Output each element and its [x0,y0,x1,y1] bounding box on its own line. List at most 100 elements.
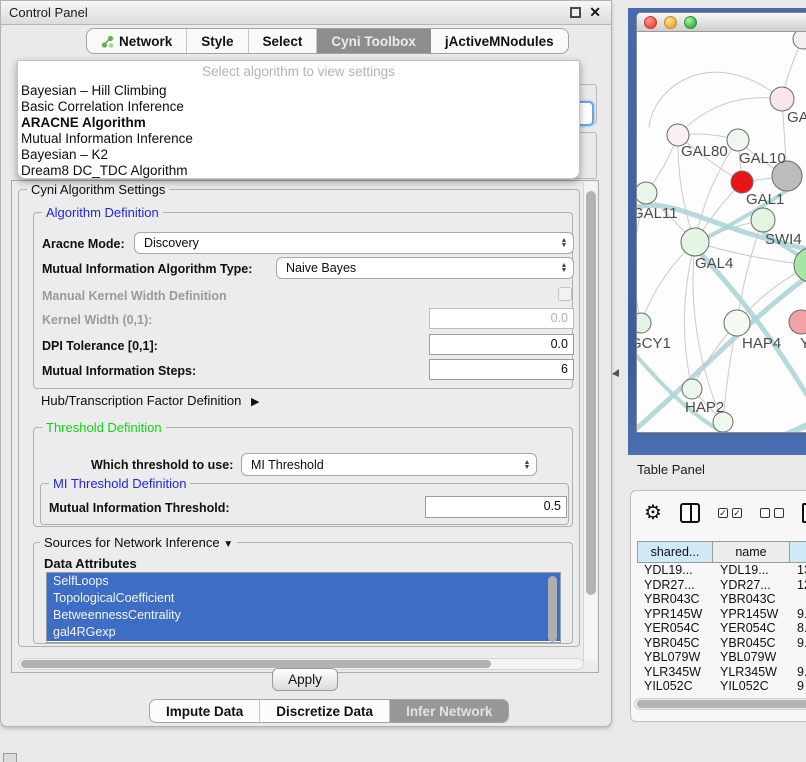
aracne-mode-select[interactable]: Discovery ▲▼ [134,232,574,254]
attribute-item[interactable]: gal4RGexp [47,624,560,641]
dpi-tolerance-field[interactable]: 0.0 [429,334,574,355]
zoom-traffic-light-icon[interactable] [684,16,697,29]
tab-cyni-toolbox[interactable]: Cyni Toolbox [317,29,431,53]
export-table-icon[interactable] [802,503,806,523]
attribute-item[interactable]: TopologicalCoefficient [47,590,560,607]
hub-definition-disclosure[interactable]: Hub/Transcription Factor Definition ▶ [41,393,259,408]
table-row[interactable]: YBR043CYBR043C [637,592,806,607]
scrollbar-thumb[interactable] [637,700,806,708]
algorithm-option[interactable]: Bayesian – K2 [21,147,108,162]
tab-select[interactable]: Select [249,29,318,53]
close-traffic-light-icon[interactable] [644,16,657,29]
close-icon[interactable]: ✕ [589,4,601,21]
checked-box-icon: ✓ [732,508,742,518]
table-row[interactable]: YPR145WYPR145W9. [637,607,806,622]
table-row[interactable]: YBL079WYBL079W [637,650,806,665]
table-cell: 12 [790,578,806,593]
data-attributes-list[interactable]: SelfLoopsTopologicalCoefficientBetweenne… [46,572,561,643]
algorithm-option[interactable]: Mutual Information Inference [21,131,193,146]
table-horizontal-scrollbar[interactable] [634,698,806,710]
table-row[interactable]: YIL052CYIL052C9 [637,679,806,694]
network-node-gal1[interactable] [731,171,753,193]
table-cell: YDR27... [637,578,713,593]
tab-jactivemnodules[interactable]: jActiveMNodules [431,29,568,53]
algorithm-option[interactable]: Dream8 DC_TDC Algorithm [21,163,188,178]
column-header[interactable]: shared... [637,541,713,563]
mi-type-select[interactable]: Naive Bayes ▲▼ [276,257,574,279]
chevron-updown-icon: ▲▼ [555,238,573,248]
tab-style[interactable]: Style [187,29,248,53]
table-cell: YLR345W [637,665,713,680]
settings-vertical-scrollbar[interactable] [583,182,597,661]
tab-label: Network [119,34,172,49]
scrollbar-thumb[interactable] [21,660,491,668]
table-row[interactable]: YDR27...YDR27...12 [637,578,806,593]
aracne-mode-label: Aracne Mode: [42,237,125,251]
algorithm-placeholder: Select algorithm to view settings [18,64,579,79]
network-node-gal11[interactable] [637,182,657,204]
manual-kernel-checkbox[interactable] [558,287,572,301]
table-cell: YBR043C [637,592,713,607]
disclosure-down-icon: ▼ [223,539,233,550]
attribute-item[interactable]: SelfLoops [47,573,560,590]
tab-impute-data[interactable]: Impute Data [150,700,260,722]
tab-label: jActiveMNodules [445,34,554,49]
tab-infer-network[interactable]: Infer Network [390,700,508,722]
settings-gear-icon[interactable]: ⚙ [644,503,662,523]
apply-button[interactable]: Apply [272,668,338,691]
table-row[interactable]: YBR045CYBR045C9. [637,636,806,651]
table-cell: YBL079W [637,650,713,665]
scrollbar-thumb[interactable] [586,191,596,595]
table-cell: YDR27... [713,578,790,593]
table-row[interactable]: YER054CYER054C8. [637,621,806,636]
table-cell: YPR145W [713,607,790,622]
node-table: shared...nameA YDL19...YDL19...13YDR27..… [637,541,806,694]
algorithm-option[interactable]: ARACNE Algorithm [21,115,146,130]
cyni-algorithm-settings-title: Cyni Algorithm Settings [27,182,169,197]
unchecked-box-icon [760,508,770,518]
table-row[interactable]: YDL19...YDL19...13 [637,563,806,578]
mi-steps-field[interactable]: 6 [429,359,574,380]
table-row[interactable]: YLR345WYLR345W9. [637,665,806,680]
bottom-left-panel-icon[interactable] [3,753,17,762]
column-header[interactable]: name [713,541,790,563]
algorithm-option[interactable]: Basic Correlation Inference [21,99,184,114]
table-cell: 9. [790,636,806,651]
list-scrollbar[interactable] [548,576,557,642]
network-node-label: SWI4 [765,231,802,248]
network-node[interactable] [793,32,806,49]
float-window-icon[interactable] [570,7,581,18]
minimize-traffic-light-icon[interactable] [664,16,677,29]
which-threshold-select[interactable]: MI Threshold ▲▼ [241,453,537,476]
deselect-all-checkboxes-icon[interactable] [760,508,784,518]
disclosure-right-icon: ▶ [251,395,259,408]
threshold-definition-group: Threshold Definition Which threshold to … [33,427,573,527]
tab-label: Cyni Toolbox [331,34,416,49]
network-node-gal7[interactable] [770,87,794,111]
network-node-gal4[interactable] [681,228,709,256]
network-node-swi4[interactable] [751,208,775,232]
network-node-label: Y [800,335,806,352]
network-node-hap4[interactable] [724,310,750,336]
network-node-gcy1[interactable] [637,313,651,333]
table-cell: YBR045C [637,636,713,651]
split-columns-icon[interactable] [680,503,700,523]
column-header[interactable]: A [790,541,806,563]
network-node-y[interactable] [789,310,806,334]
tab-network[interactable]: Network [87,29,187,53]
attribute-item[interactable]: BetweennessCentrality [47,607,560,624]
network-node-gal10[interactable] [727,129,749,151]
network-node-hap2[interactable] [682,379,702,399]
table-cell: YLR345W [713,665,790,680]
sources-title-row[interactable]: Sources for Network Inference ▼ [40,535,237,550]
control-panel-titlebar: Control Panel ✕ [1,1,611,25]
select-all-checkboxes-icon[interactable]: ✓ ✓ [718,508,742,518]
dpi-tolerance-label: DPI Tolerance [0,1]: [42,339,158,353]
kernel-width-field[interactable]: 0.0 [429,308,574,329]
kernel-width-label: Kernel Width (0,1): [42,313,152,327]
network-canvas[interactable]: GAL7GAL80GAL10GAL1GAL11SWI4GAL4GCY1HAP4Y… [637,32,806,433]
mi-threshold-field[interactable]: 0.5 [425,496,567,518]
tab-discretize-data[interactable]: Discretize Data [260,700,390,722]
algorithm-option[interactable]: Bayesian – Hill Climbing [21,83,167,98]
tab-label: Style [201,34,233,49]
